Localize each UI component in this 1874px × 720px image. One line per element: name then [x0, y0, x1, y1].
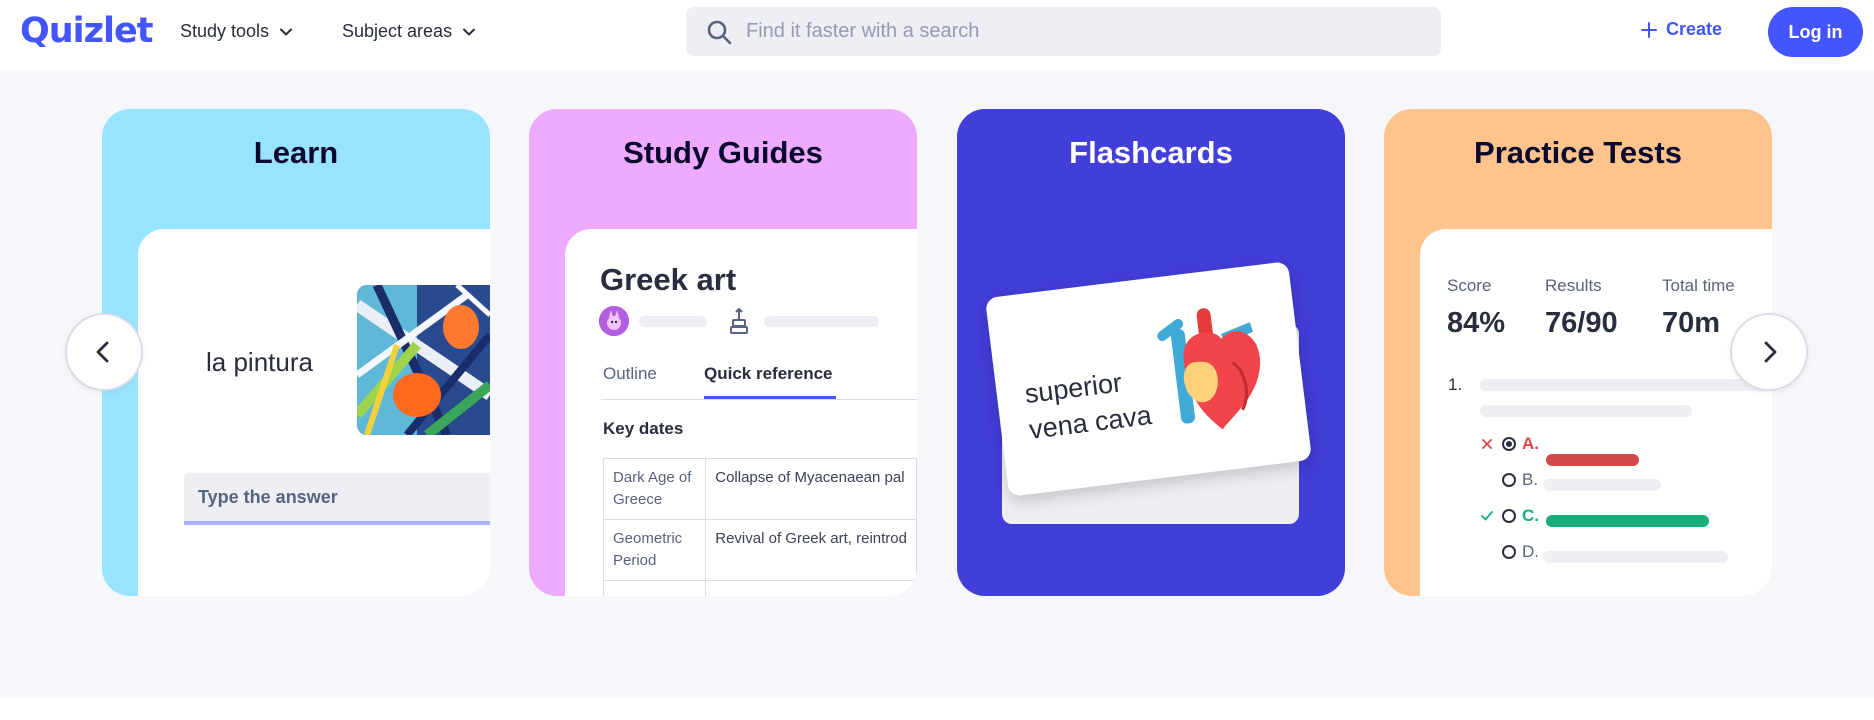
practice-tests-title: Practice Tests	[1474, 135, 1682, 170]
question-line	[1480, 379, 1772, 391]
flashcards-card[interactable]: Flashcards superior vena cava	[957, 109, 1345, 596]
learn-card[interactable]: Learn la pintura Type the answer	[102, 109, 490, 596]
answer-bar-correct	[1546, 515, 1709, 527]
tab-quick-reference[interactable]: Quick reference	[704, 364, 833, 384]
table-cell: Revival of Greek art, reintrod	[705, 519, 917, 581]
learn-title: Learn	[253, 135, 339, 170]
painting-image	[357, 285, 490, 435]
table-row: Geometric Period Revival of Greek art, r…	[602, 519, 917, 581]
table-row: Dark Age of Greece Collapse of Myacenaea…	[602, 458, 917, 520]
flashcards-title: Flashcards	[1069, 135, 1233, 170]
results-value: 76/90	[1545, 307, 1618, 339]
results-label: Results	[1545, 276, 1602, 295]
page-footer-gap	[0, 698, 1874, 720]
plus-icon	[1641, 21, 1657, 38]
option-d-letter: D.	[1522, 542, 1539, 561]
flashcard-term: superior vena cava	[1023, 361, 1154, 447]
flashcard[interactable]: superior vena cava	[984, 261, 1313, 497]
chevron-down-icon	[463, 28, 476, 35]
login-button[interactable]: Log in	[1768, 7, 1863, 57]
chevron-down-icon	[280, 28, 293, 35]
study-tools-label: Study tools	[180, 21, 270, 41]
carousel-next-button[interactable]	[1730, 313, 1808, 391]
section-title: Key dates	[603, 419, 684, 438]
search-input[interactable]	[746, 20, 1406, 43]
learn-preview: la pintura Type the answer	[138, 229, 490, 596]
study-guide-preview: Greek art Outline Quick reference Key da…	[565, 229, 917, 596]
tab-outline[interactable]: Outline	[603, 364, 657, 384]
chevron-left-icon	[96, 341, 109, 363]
table-cell	[602, 580, 707, 596]
option-b-letter: B.	[1522, 470, 1539, 489]
carousel-prev-button[interactable]	[65, 313, 143, 391]
score-label: Score	[1447, 276, 1492, 295]
top-nav: Quizlet Study tools Subject areas Create…	[0, 0, 1874, 70]
stack-icon	[730, 307, 748, 334]
placeholder-line	[764, 316, 879, 327]
answer-bar	[1543, 551, 1728, 563]
search-icon	[707, 20, 732, 44]
answer-bar	[1543, 479, 1661, 491]
study-guides-title: Study Guides	[623, 135, 823, 170]
placeholder-line	[639, 316, 707, 327]
radio	[1502, 545, 1516, 559]
tab-divider	[601, 399, 917, 400]
study-modes-carousel: Learn la pintura Type the answer Study G…	[0, 70, 1874, 698]
option-c[interactable]: C.	[1480, 506, 1539, 526]
radio	[1502, 473, 1516, 487]
create-label: Create	[1666, 19, 1723, 39]
practice-tests-card[interactable]: Practice Tests Score 84% Results 76/90 T…	[1384, 109, 1772, 596]
active-tab-indicator	[704, 396, 836, 399]
guide-title: Greek art	[600, 262, 737, 297]
total-time-label: Total time	[1662, 276, 1735, 295]
question-number: 1.	[1448, 375, 1463, 394]
total-time-value: 70m	[1662, 307, 1721, 339]
chevron-right-icon	[1764, 341, 1777, 363]
answer-input[interactable]: Type the answer	[184, 473, 490, 525]
option-a-letter: A.	[1522, 434, 1539, 453]
quizlet-logo[interactable]: Quizlet	[20, 11, 154, 51]
option-a[interactable]: A.	[1480, 434, 1539, 454]
table-cell: Collapse of Myacenaean pal	[705, 458, 917, 520]
learn-term: la pintura	[206, 347, 313, 377]
table-cell: Dark Age of Greece	[602, 458, 707, 520]
option-d[interactable]: D.	[1502, 542, 1539, 562]
create-button[interactable]: Create	[1640, 19, 1722, 40]
subject-areas-label: Subject areas	[342, 21, 453, 41]
study-guides-card[interactable]: Study Guides Greek art Outline Quick ref…	[529, 109, 917, 596]
option-c-letter: C.	[1522, 506, 1539, 525]
avatar	[599, 306, 629, 336]
x-icon	[1482, 439, 1492, 449]
option-b[interactable]: B.	[1502, 470, 1538, 490]
score-value: 84%	[1447, 307, 1506, 339]
answer-bar-wrong	[1546, 454, 1639, 466]
table-cell: Geometric Period	[602, 519, 707, 581]
question-line	[1480, 405, 1692, 417]
practice-test-preview: Score 84% Results 76/90 Total time 70m 1…	[1420, 229, 1772, 596]
radio	[1502, 509, 1516, 523]
radio-selected	[1502, 437, 1516, 451]
table-row	[602, 580, 917, 596]
table-cell	[705, 580, 917, 596]
key-dates-table: Dark Age of Greece Collapse of Myacenaea…	[602, 458, 917, 596]
search-bar[interactable]	[686, 7, 1441, 56]
check-icon	[1481, 511, 1493, 521]
subject-areas-menu[interactable]: Subject areas	[342, 21, 476, 42]
study-tools-menu[interactable]: Study tools	[180, 21, 293, 42]
heart-illustration	[1157, 308, 1261, 430]
